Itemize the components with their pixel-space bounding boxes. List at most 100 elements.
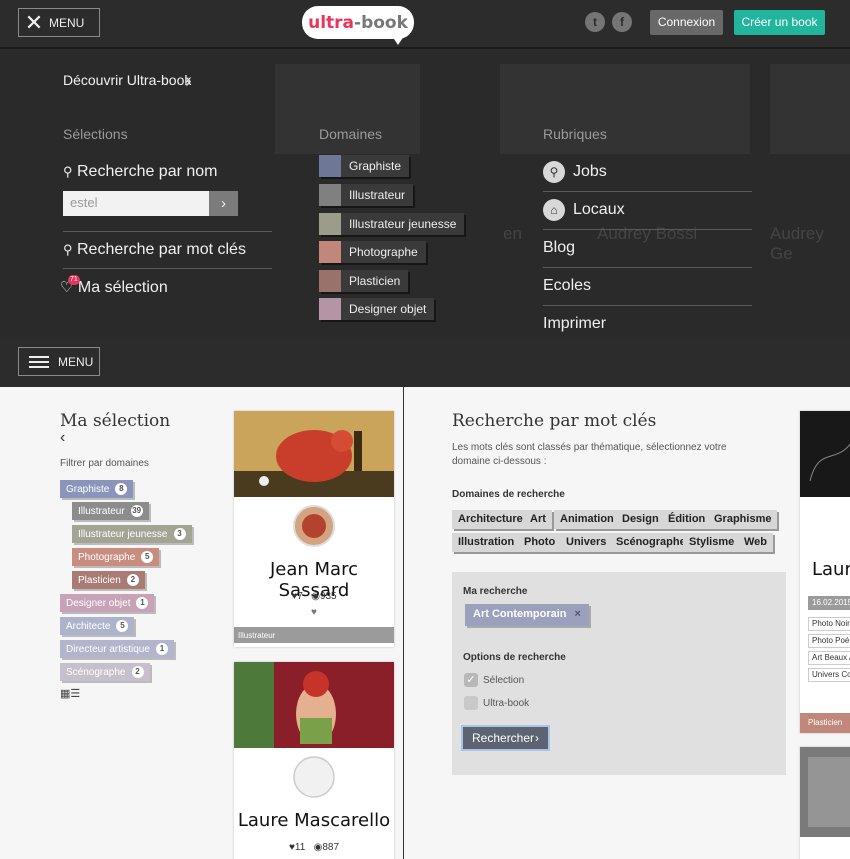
card-tag: Univers Co	[808, 668, 850, 682]
search-by-name-link[interactable]: ⚲ Recherche par nom	[63, 163, 218, 181]
domain-designer-objet[interactable]: Designer objet	[319, 298, 435, 320]
filter-illustrateur-jeunesse[interactable]: Illustrateur jeunesse 3	[72, 525, 192, 543]
keyword-web[interactable]: Web	[738, 533, 774, 552]
filter-scenographe[interactable]: Scénographe 2	[60, 663, 150, 681]
rubriques-heading: Rubriques	[543, 126, 607, 142]
filter-label-text: Architecte	[66, 620, 111, 632]
profile-card[interactable]	[800, 747, 850, 859]
domain-swatch	[319, 213, 341, 235]
filter-count: 3	[173, 528, 186, 540]
top-navbar: ✕ MENU ultra-book t f Connexion Créer un…	[0, 0, 850, 48]
card-domain: Illustrateur	[234, 627, 394, 643]
connexion-button[interactable]: Connexion	[650, 10, 723, 35]
chevron-right-icon: ›	[185, 70, 192, 92]
chevron-right-icon: ›	[221, 195, 226, 212]
keyword-graphisme[interactable]: Graphisme	[708, 510, 778, 529]
facebook-icon[interactable]: f	[612, 12, 632, 32]
separator	[543, 229, 752, 230]
filter-label-text: Designer objet	[66, 597, 131, 609]
card-cover-image	[234, 411, 394, 497]
ghost-thumb	[770, 64, 850, 154]
avatar	[293, 505, 335, 547]
card-tag: Photo Noir	[808, 617, 850, 631]
keyword-stylisme[interactable]: Stylisme	[683, 533, 741, 552]
profile-card[interactable]: Jean Marc Sassard ♥7 ◉935 ♥ Illustrateur	[234, 411, 394, 647]
filter-label-text: Photographe	[78, 551, 136, 563]
card-cover-image	[800, 411, 850, 497]
logo-part2: -book	[354, 13, 408, 33]
back-chevron-icon[interactable]: ‹	[60, 429, 65, 447]
profile-card[interactable]: Laur 16.02.2015 Photo Noir Photo Poé Art…	[800, 411, 850, 733]
domain-label: Illustrateur jeunesse	[349, 217, 457, 231]
keyword-design[interactable]: Design	[616, 510, 665, 529]
profile-card[interactable]: Laure Mascarello ♥11 ◉887	[234, 662, 394, 859]
card-stats: ♥11 ◉887	[234, 842, 394, 853]
domain-label: Photographe	[349, 245, 418, 259]
ghost-name: en	[503, 224, 522, 243]
domain-swatch	[319, 270, 341, 292]
discover-link[interactable]: Découvrir Ultra-book ›	[63, 70, 192, 92]
chip-close-icon[interactable]: ×	[575, 608, 581, 622]
views-count: 887	[322, 842, 340, 853]
filter-directeur-artistique[interactable]: Directeur artistique 1	[60, 640, 174, 658]
domain-illustrateur[interactable]: Illustrateur	[319, 184, 414, 206]
keyword-scenographe[interactable]: Scénographe	[610, 533, 692, 552]
domain-graphiste[interactable]: Graphiste	[319, 155, 410, 177]
keyword-illustration[interactable]: Illustration	[452, 533, 521, 552]
search-icon: ⚲	[63, 242, 73, 257]
filter-architecte[interactable]: Architecte 5	[60, 617, 135, 635]
domain-photographe[interactable]: Photographe	[319, 241, 426, 263]
keyword-search-panel: Recherche par mot clés Les mots clés son…	[404, 387, 850, 859]
filter-graphiste[interactable]: Graphiste 8	[60, 480, 134, 498]
create-book-button[interactable]: Créer un book	[734, 10, 825, 35]
view-toggle-icon[interactable]: ▦☰	[60, 687, 80, 700]
broken-heart-icon[interactable]: ♥	[234, 607, 394, 618]
domain-swatch	[319, 241, 341, 263]
keyword-art[interactable]: Art	[524, 510, 552, 529]
keyword-univers[interactable]: Univers	[560, 533, 613, 552]
rubrique-locaux[interactable]: Locaux	[573, 201, 625, 219]
filter-photographe[interactable]: Photographe 5	[72, 548, 160, 566]
my-selection-link[interactable]: ♡ 71 Ma sélection	[60, 275, 168, 297]
filter-designer-objet[interactable]: Designer objet 1	[60, 594, 155, 612]
search-icon: ⚲	[63, 164, 73, 179]
rubrique-imprimer[interactable]: Imprimer	[543, 315, 606, 333]
keyword-photo[interactable]: Photo	[518, 533, 562, 552]
filter-label-text: Scénographe	[66, 666, 126, 678]
rubrique-jobs[interactable]: Jobs	[573, 163, 607, 181]
twitter-icon[interactable]: t	[585, 12, 605, 32]
chip-label: Art Contemporain	[473, 608, 567, 620]
domain-plasticien[interactable]: Plasticien	[319, 270, 409, 292]
ultra-book-logo[interactable]: ultra-book	[302, 6, 414, 39]
domain-illustrateur-jeunesse[interactable]: Illustrateur jeunesse	[319, 213, 465, 235]
keyword-edition[interactable]: Édition	[662, 510, 712, 529]
search-chip[interactable]: Art Contemporain ×	[465, 604, 589, 626]
filter-plasticien[interactable]: Plasticien 2	[72, 571, 145, 589]
search-by-name-label: Recherche par nom	[76, 163, 218, 180]
search-options-label: Options de recherche	[463, 652, 566, 663]
separator	[63, 268, 272, 269]
selection-checkbox[interactable]: ✓	[464, 673, 478, 687]
search-submit-button[interactable]: ›	[209, 191, 238, 216]
logo-tail	[392, 36, 404, 45]
keyword-architecture[interactable]: Architecture	[452, 510, 529, 529]
filter-label-text: Illustrateur	[78, 505, 125, 517]
menu-toggle-button[interactable]: ✕ MENU	[18, 8, 100, 37]
filter-illustrateur[interactable]: Illustrateur 39	[72, 502, 149, 520]
separator	[543, 191, 752, 192]
ultrabook-checkbox[interactable]	[464, 696, 478, 710]
domain-label: Plasticien	[349, 274, 401, 288]
search-by-keyword-label: Recherche par mot clés	[76, 241, 246, 258]
search-submit-button[interactable]: Rechercher ›	[461, 725, 550, 751]
search-by-keyword-link[interactable]: ⚲ Recherche par mot clés	[63, 241, 246, 259]
rubrique-blog[interactable]: Blog	[543, 239, 575, 257]
keyword-animation[interactable]: Animation	[554, 510, 620, 529]
name-search-input[interactable]: estel	[63, 191, 209, 216]
rubrique-ecoles[interactable]: Ecoles	[543, 277, 591, 295]
filter-count: 39	[130, 505, 143, 517]
panel-title: Ma sélection	[60, 411, 171, 431]
check-icon: ✓	[466, 674, 476, 686]
filter-label-text: Directeur artistique	[66, 643, 150, 655]
domain-swatch	[319, 184, 341, 206]
menu-toggle-button[interactable]: MENU	[18, 347, 100, 376]
